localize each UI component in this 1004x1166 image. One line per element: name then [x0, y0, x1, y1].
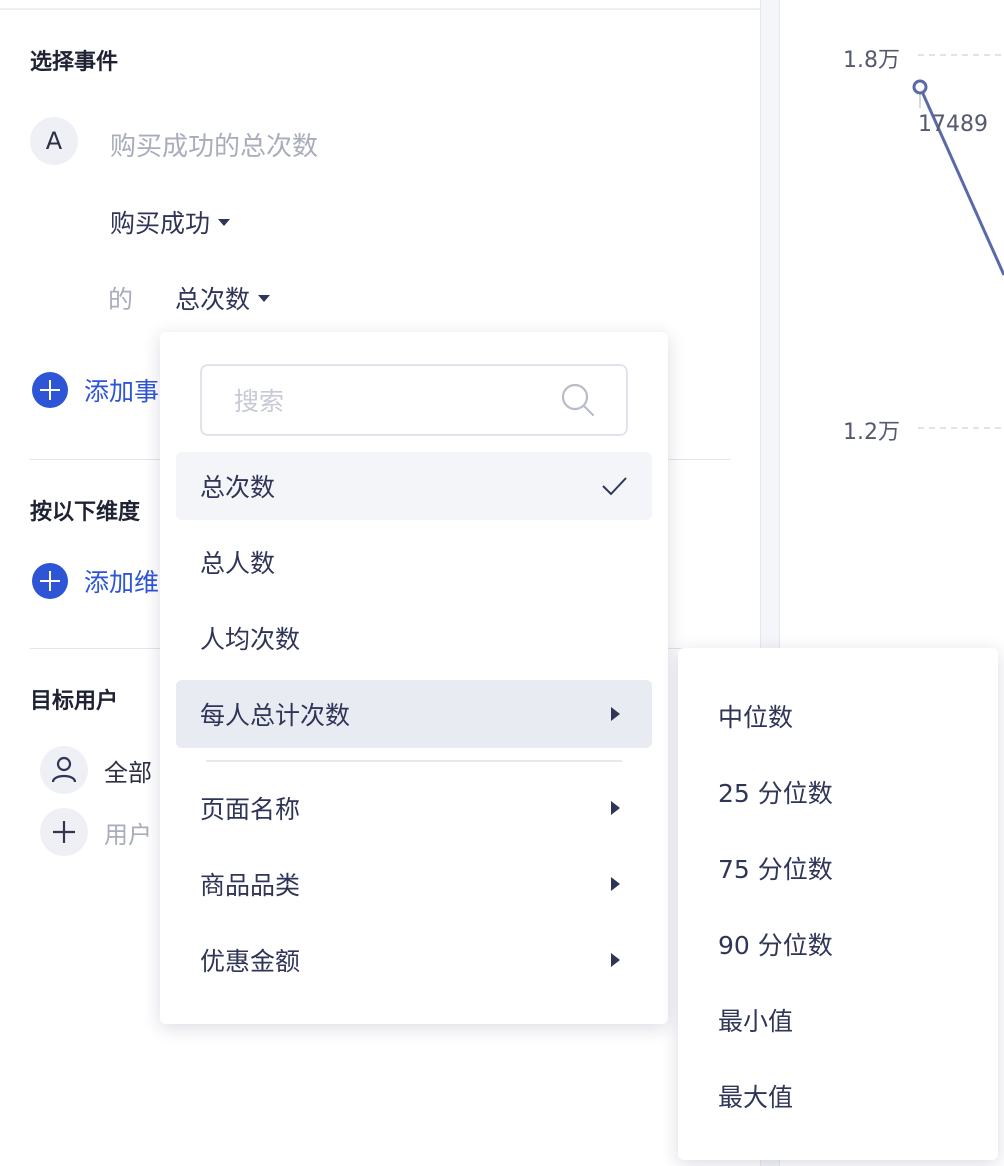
- event-section-title: 选择事件: [30, 50, 119, 75]
- all-users-item[interactable]: 全部: [40, 746, 152, 794]
- menu-item-total-count[interactable]: 总次数: [176, 452, 652, 520]
- target-section-title: 目标用户: [30, 689, 119, 714]
- check-icon: [600, 472, 628, 506]
- search-icon: [560, 382, 596, 422]
- add-dimension-button[interactable]: 添加维: [32, 563, 159, 599]
- chevron-right-icon: [611, 877, 620, 891]
- data-point[interactable]: [912, 79, 928, 95]
- y-tick-label: 1.8万: [843, 48, 900, 73]
- plus-circle-icon: [32, 372, 68, 408]
- event-select[interactable]: 购买成功: [110, 204, 231, 240]
- add-event-label: 添加事: [84, 377, 160, 406]
- menu-item-per-user-total[interactable]: 每人总计次数: [176, 680, 652, 748]
- submenu-item-p75[interactable]: 75 分位数: [718, 850, 833, 886]
- search-box[interactable]: [200, 364, 628, 436]
- menu-item-avg-count[interactable]: 人均次数: [176, 604, 652, 672]
- menu-item-page-name[interactable]: 页面名称: [176, 774, 652, 842]
- menu-divider: [206, 760, 622, 762]
- measure-select-label: 总次数: [175, 285, 251, 314]
- add-user-label: 用户: [104, 820, 152, 849]
- plus-circle-icon: [32, 563, 68, 599]
- submenu-item-min[interactable]: 最小值: [718, 1002, 793, 1038]
- menu-item-label: 人均次数: [200, 625, 301, 654]
- de-label: 的: [108, 285, 134, 314]
- submenu-item-p25[interactable]: 25 分位数: [718, 774, 833, 810]
- measure-select[interactable]: 总次数: [175, 280, 271, 316]
- measure-dropdown: 总次数 总人数 人均次数 每人总计次数 页面名称 商品品类 优惠金额: [160, 332, 668, 1024]
- menu-item-total-users[interactable]: 总人数: [176, 528, 652, 596]
- menu-item-product-category[interactable]: 商品品类: [176, 850, 652, 918]
- caret-down-icon: [218, 218, 231, 226]
- submenu-item-median[interactable]: 中位数: [718, 698, 793, 734]
- menu-item-label: 每人总计次数: [200, 701, 351, 730]
- menu-item-label: 商品品类: [200, 871, 301, 900]
- user-icon: [40, 746, 88, 794]
- submenu-item-max[interactable]: 最大值: [718, 1078, 793, 1114]
- chevron-right-icon: [611, 707, 620, 721]
- y-tick-label: 1.2万: [843, 420, 900, 445]
- menu-item-discount-amount[interactable]: 优惠金额: [176, 926, 652, 994]
- chevron-right-icon: [611, 953, 620, 967]
- dimension-section-title: 按以下维度: [30, 500, 141, 525]
- plus-icon: [40, 808, 88, 856]
- per-user-submenu: 中位数 25 分位数 75 分位数 90 分位数 最小值 最大值: [678, 648, 998, 1160]
- add-user-filter[interactable]: 用户: [40, 808, 152, 856]
- event-select-label: 购买成功: [110, 209, 211, 238]
- data-label: 17489: [918, 112, 988, 137]
- menu-item-label: 总人数: [200, 549, 276, 578]
- add-dimension-label: 添加维: [84, 568, 160, 597]
- event-badge: A: [30, 117, 78, 165]
- all-users-label: 全部: [104, 758, 152, 787]
- caret-down-icon: [258, 294, 271, 302]
- metric-name[interactable]: 购买成功的总次数: [110, 126, 318, 163]
- search-input[interactable]: [234, 384, 554, 418]
- top-divider: [0, 8, 760, 10]
- submenu-item-p90[interactable]: 90 分位数: [718, 926, 833, 962]
- chevron-right-icon: [611, 801, 620, 815]
- add-event-button[interactable]: 添加事: [32, 372, 159, 408]
- menu-item-label: 总次数: [200, 473, 276, 502]
- menu-item-label: 优惠金额: [200, 947, 301, 976]
- menu-item-label: 页面名称: [200, 795, 301, 824]
